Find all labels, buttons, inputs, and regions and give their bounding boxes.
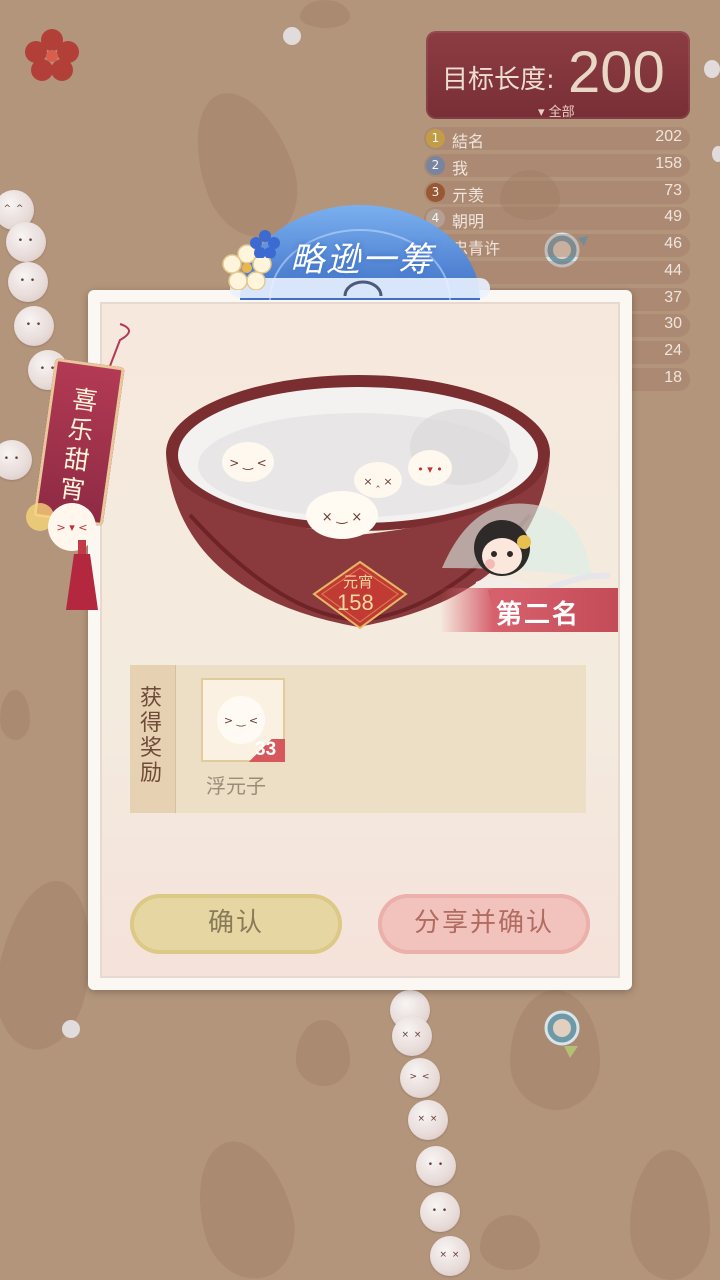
confirm-button[interactable]: 确认 [130,894,342,954]
blue-flower-icon [250,230,280,258]
result-title: 略逊一筹 [290,240,434,280]
score-value: 158 [337,590,374,615]
reward-count: 33 [255,739,277,760]
share-confirm-button[interactable]: 分享并确认 [378,894,590,954]
svg-text:× ‿ ×: × ‿ × [322,510,363,525]
rank-label: 第二名 [496,600,581,630]
reward-title: 获得奖励 [140,686,163,786]
tassel-decoration [66,540,98,610]
svg-text:> ▾ <: > ▾ < [57,521,88,534]
score-label: 元宵 [343,573,374,591]
svg-text:> ‿ <: > ‿ < [229,456,266,470]
reward-item-name: 浮元子 [206,774,266,798]
svg-text:× ‸ ×: × ‸ × [363,475,392,488]
svg-text:• ▾ •: • ▾ • [417,463,443,476]
svg-text:> ‿ <: > ‿ < [224,714,258,727]
reward-section [130,665,586,813]
